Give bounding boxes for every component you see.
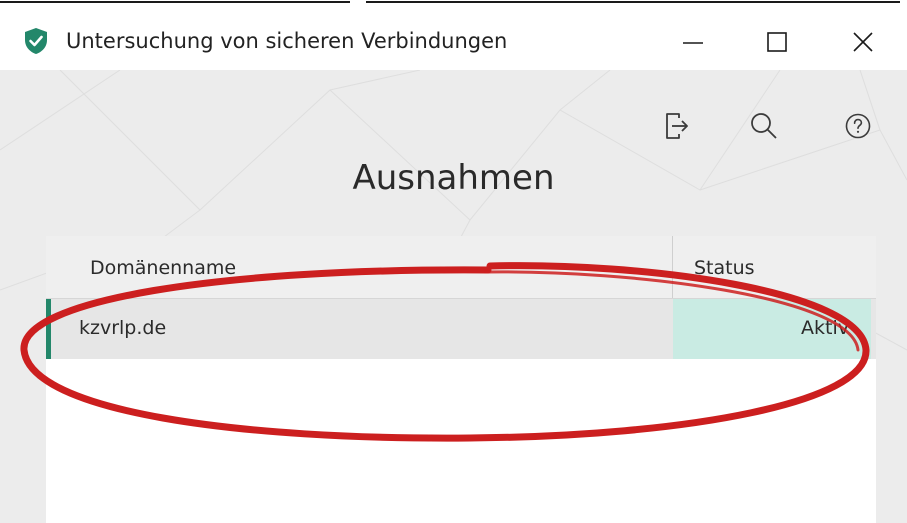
table-header: Domänenname Status (46, 236, 876, 299)
status-badge: Aktiv (801, 317, 849, 339)
kaspersky-shield-icon (24, 27, 48, 55)
export-button[interactable] (658, 110, 694, 146)
selection-marker (46, 299, 51, 359)
window-title: Untersuchung von sicheren Verbindungen (66, 29, 508, 53)
page-title: Ausnahmen (352, 158, 555, 198)
help-icon (845, 113, 871, 143)
column-header-status[interactable]: Status (694, 257, 755, 279)
close-icon (851, 30, 875, 54)
search-button[interactable] (746, 110, 782, 146)
close-button[interactable] (836, 18, 890, 66)
exclusions-table: Domänenname Status kzvrlp.de Aktiv (46, 236, 876, 523)
maximize-button[interactable] (750, 18, 804, 66)
minimize-icon (681, 30, 705, 54)
maximize-icon (765, 30, 789, 54)
table-row[interactable]: kzvrlp.de Aktiv (46, 299, 876, 359)
help-button[interactable] (840, 110, 876, 146)
column-divider[interactable] (672, 236, 673, 298)
export-icon (662, 111, 690, 145)
main-content: Ausnahmen Domänenname Status kzvrlp.de A… (0, 70, 907, 523)
status-cell: Aktiv (673, 299, 871, 359)
top-edge-strip (0, 0, 907, 14)
domain-cell: kzvrlp.de (79, 317, 167, 339)
minimize-button[interactable] (666, 18, 720, 66)
search-icon (749, 111, 779, 145)
title-bar[interactable]: Untersuchung von sicheren Verbindungen (0, 14, 907, 70)
column-header-domain[interactable]: Domänenname (90, 257, 236, 279)
